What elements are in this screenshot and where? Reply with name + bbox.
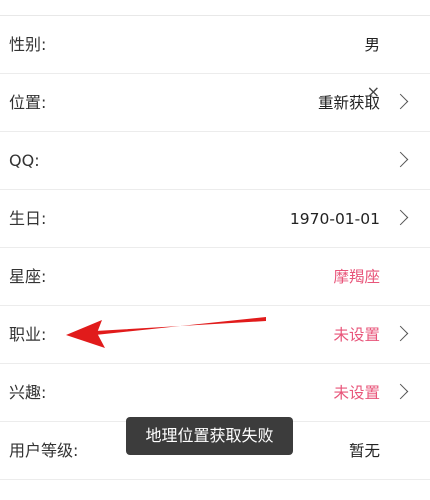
- row-interests[interactable]: 兴趣: 未设置: [0, 364, 430, 422]
- occupation-label: 职业:: [9, 325, 47, 344]
- location-label: 位置:: [9, 93, 47, 112]
- toast-message: 地理位置获取失败: [126, 417, 293, 455]
- gender-label: 性别:: [9, 35, 47, 54]
- top-partial-row: [0, 0, 430, 16]
- user-level-label: 用户等级:: [9, 441, 79, 460]
- close-icon[interactable]: ×: [367, 84, 380, 100]
- row-occupation[interactable]: 职业: 未设置: [0, 306, 430, 364]
- row-qq[interactable]: QQ:: [0, 132, 430, 190]
- row-partial-bottom: [0, 480, 430, 500]
- interests-label: 兴趣:: [9, 383, 47, 402]
- row-gender[interactable]: 性别: 男: [0, 16, 430, 74]
- chevron-right-icon: [392, 325, 409, 342]
- zodiac-label: 星座:: [9, 267, 47, 286]
- row-birthday[interactable]: 生日: 1970-01-01: [0, 190, 430, 248]
- zodiac-value: 摩羯座: [333, 268, 380, 286]
- chevron-right-icon: [392, 93, 409, 110]
- birthday-value: 1970-01-01: [289, 210, 380, 228]
- chevron-right-icon: [392, 209, 409, 226]
- birthday-label: 生日:: [9, 209, 47, 228]
- chevron-right-icon: [392, 151, 409, 168]
- gender-value: 男: [364, 36, 380, 54]
- row-location[interactable]: 位置: 重新获取 ×: [0, 74, 430, 132]
- chevron-right-icon: [392, 383, 409, 400]
- user-level-value: 暂无: [348, 442, 380, 460]
- row-zodiac: 星座: 摩羯座: [0, 248, 430, 306]
- interests-value: 未设置: [333, 384, 380, 402]
- qq-label: QQ:: [9, 151, 40, 170]
- occupation-value: 未设置: [333, 326, 380, 344]
